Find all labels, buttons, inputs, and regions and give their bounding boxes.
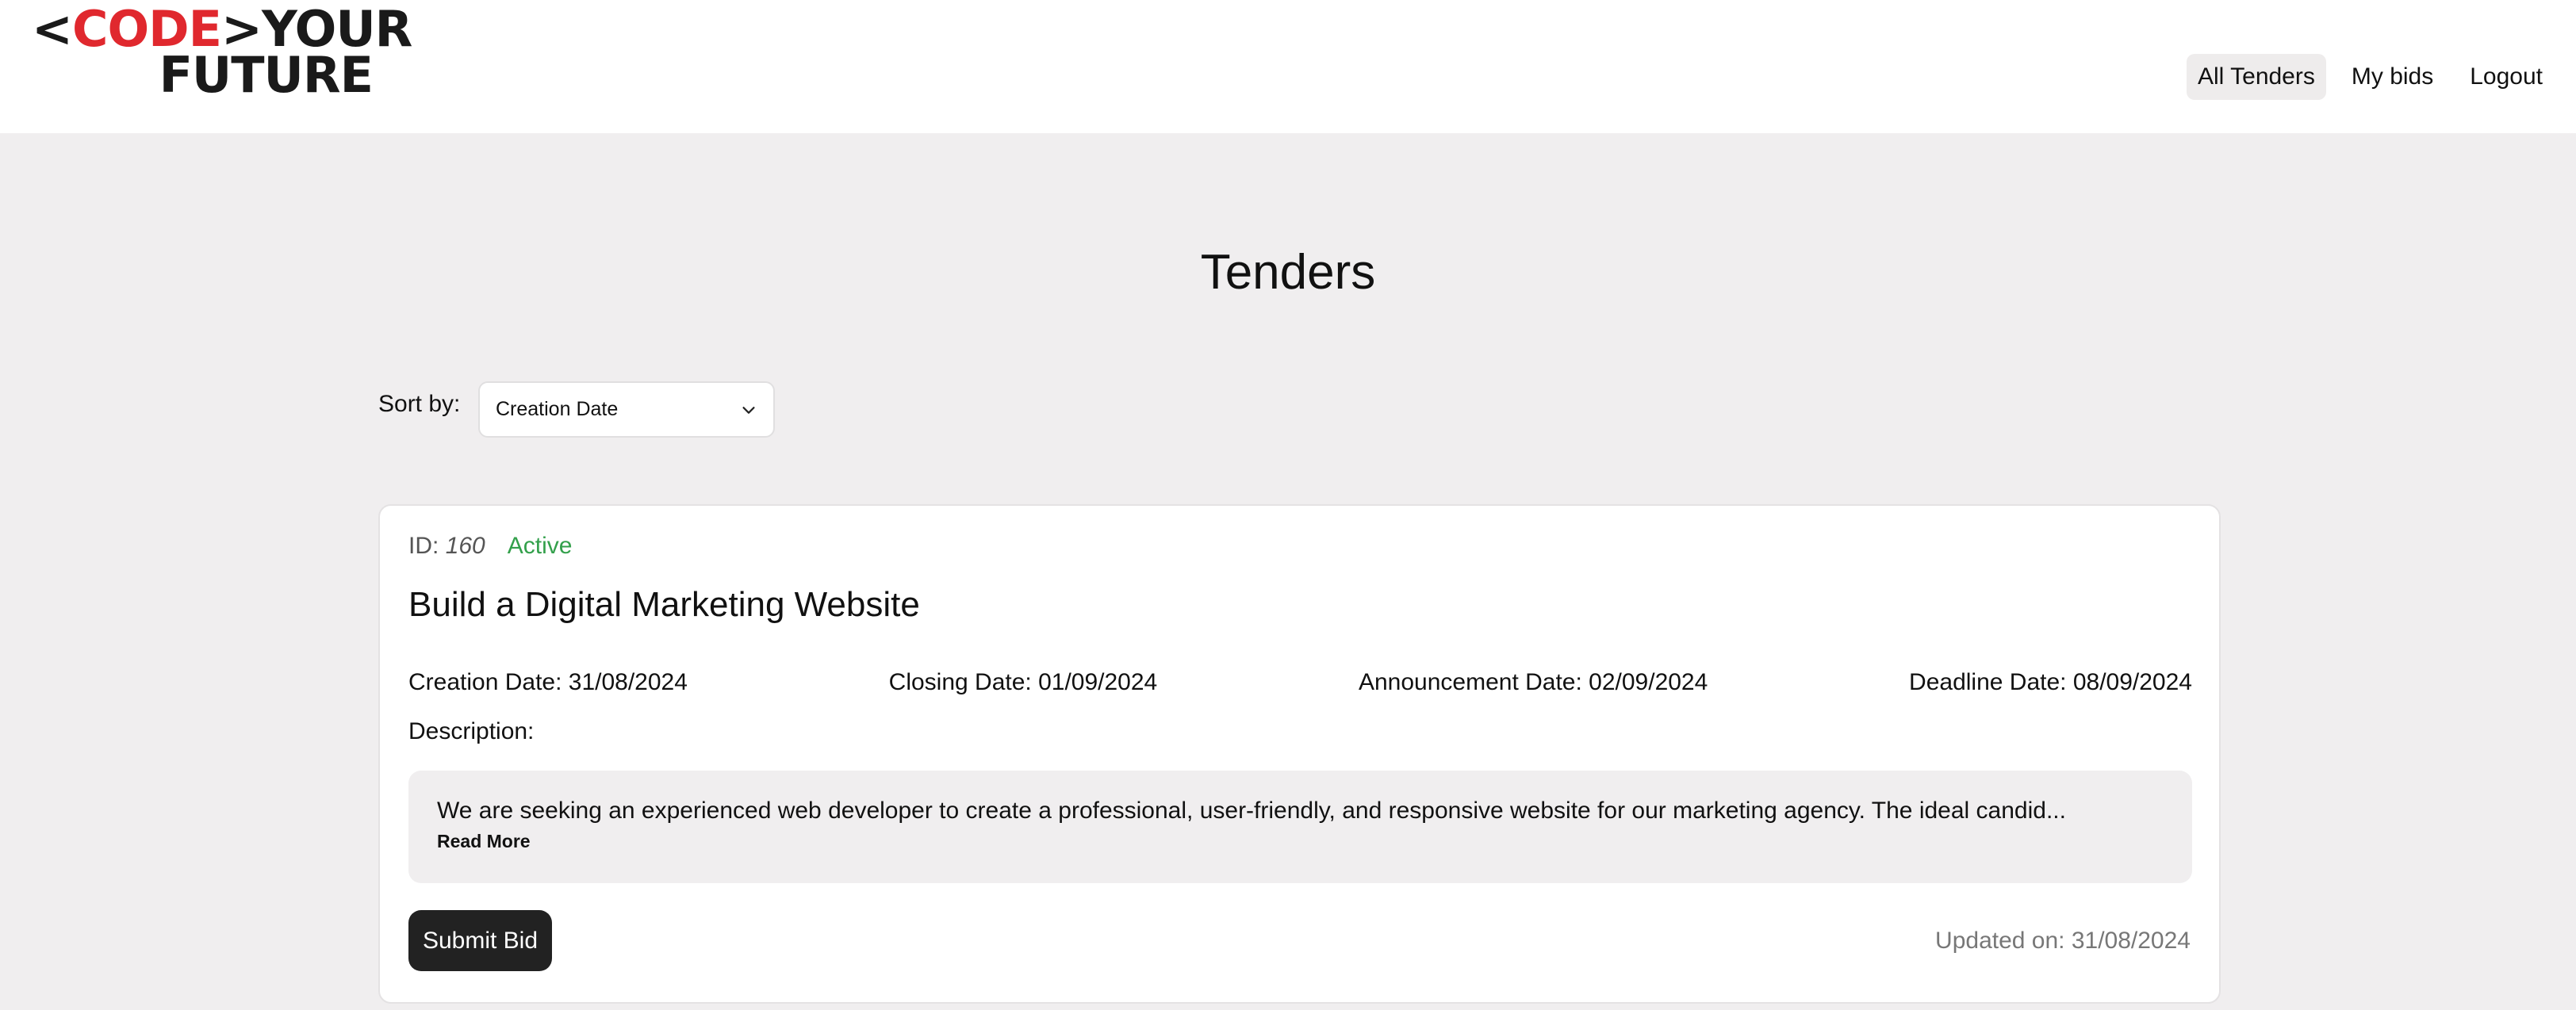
nav-my-bids[interactable]: My bids bbox=[2340, 54, 2444, 100]
top-header: <CODE>YOUR FUTURE All Tenders My bids Lo… bbox=[0, 0, 2576, 133]
tender-id-value: 160 bbox=[445, 533, 485, 559]
tender-title: Build a Digital Marketing Website bbox=[408, 585, 920, 624]
description-text: We are seeking an experienced web develo… bbox=[437, 798, 2066, 824]
description-box: We are seeking an experienced web develo… bbox=[408, 771, 2192, 883]
sort-select[interactable]: Creation Date bbox=[478, 381, 775, 438]
closing-date: Closing Date: 01/09/2024 bbox=[888, 669, 1158, 695]
tender-id-label: ID: bbox=[408, 533, 439, 559]
deadline-date: Deadline Date: 08/09/2024 bbox=[1909, 669, 2192, 695]
announcement-date: Announcement Date: 02/09/2024 bbox=[1358, 669, 1708, 695]
logo-future: FUTURE bbox=[159, 46, 374, 104]
main-nav: All Tenders My bids Logout bbox=[2187, 54, 2554, 100]
tender-id: ID: 160 bbox=[408, 533, 485, 560]
creation-date: Creation Date: 31/08/2024 bbox=[408, 669, 688, 695]
submit-bid-button[interactable]: Submit Bid bbox=[408, 910, 552, 971]
chevron-down-icon bbox=[742, 406, 755, 414]
page-title: Tenders bbox=[1200, 245, 1376, 300]
tender-card: ID: 160 Active Build a Digital Marketing… bbox=[378, 504, 2221, 1004]
nav-logout[interactable]: Logout bbox=[2459, 54, 2554, 100]
tender-dates: Creation Date: 31/08/2024 Closing Date: … bbox=[408, 669, 2192, 696]
nav-all-tenders[interactable]: All Tenders bbox=[2187, 54, 2326, 100]
read-more-link[interactable]: Read More bbox=[437, 831, 531, 852]
tender-meta: ID: 160 Active bbox=[408, 533, 572, 560]
updated-on: Updated on: 31/08/2024 bbox=[1935, 928, 2191, 954]
description-label: Description: bbox=[408, 718, 535, 744]
status-badge: Active bbox=[507, 533, 573, 559]
logo-lt: < bbox=[32, 0, 73, 58]
codeyourfuture-logo[interactable]: <CODE>YOUR FUTURE bbox=[32, 5, 412, 104]
sort-label: Sort by: bbox=[378, 391, 461, 417]
sort-selected-value: Creation Date bbox=[496, 398, 619, 420]
